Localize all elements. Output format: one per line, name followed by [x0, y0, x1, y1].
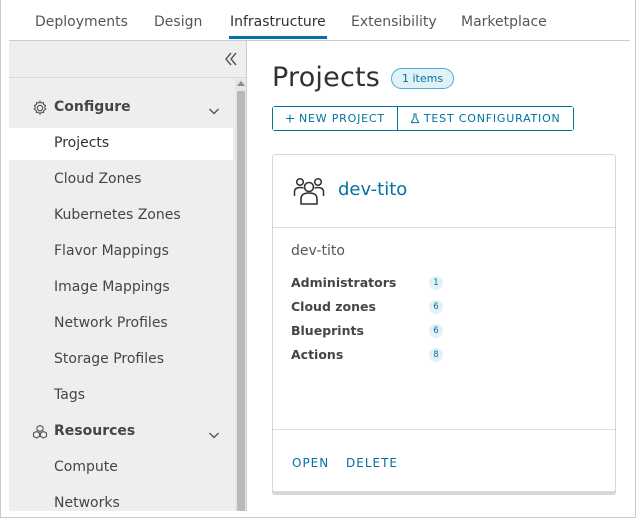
cubes-icon — [32, 424, 48, 440]
sidebar-item-network-profiles[interactable]: Network Profiles — [9, 308, 233, 340]
sidebar-group-resources[interactable]: Resources — [9, 418, 241, 446]
gear-icon — [32, 100, 48, 116]
users-group-icon — [293, 175, 325, 207]
sidebar-item-label: Network Profiles — [54, 315, 168, 331]
tab-infrastructure[interactable]: Infrastructure — [229, 14, 327, 39]
sidebar: Configure Projects Cloud Zones Kubernete… — [9, 41, 247, 511]
tab-design[interactable]: Design — [154, 14, 202, 30]
tab-deployments[interactable]: Deployments — [35, 14, 128, 30]
open-button[interactable]: OPEN — [292, 456, 329, 470]
sidebar-item-label: Compute — [54, 459, 118, 475]
project-card-header: dev-tito — [273, 155, 615, 228]
blueprints-label: Blueprints — [291, 323, 364, 338]
project-card-footer: OPEN DELETE — [273, 429, 615, 491]
cloud-zones-count-badge: 6 — [429, 300, 443, 314]
chevron-down-icon[interactable] — [208, 102, 220, 115]
sidebar-item-cloud-zones[interactable]: Cloud Zones — [9, 164, 233, 196]
sidebar-item-image-mappings[interactable]: Image Mappings — [9, 272, 233, 304]
top-nav: Deployments Design Infrastructure Extens… — [9, 0, 630, 41]
app-frame: Deployments Design Infrastructure Extens… — [0, 0, 636, 518]
sidebar-item-flavor-mappings[interactable]: Flavor Mappings — [9, 236, 233, 268]
sidebar-item-label: Cloud Zones — [54, 171, 142, 187]
test-configuration-button[interactable]: TEST CONFIGURATION — [396, 107, 573, 130]
sidebar-item-label: Projects — [54, 135, 110, 151]
project-title-link[interactable]: dev-tito — [338, 179, 407, 200]
scrollbar-thumb[interactable] — [237, 91, 245, 511]
action-button-group: NEW PROJECT TEST CONFIGURATION — [272, 106, 574, 131]
delete-button[interactable]: DELETE — [346, 456, 398, 470]
sidebar-item-label: Flavor Mappings — [54, 243, 169, 259]
double-chevron-left-icon[interactable] — [223, 49, 239, 69]
main-content: Projects 1 items NEW PROJECT TEST CONFIG… — [247, 41, 630, 511]
new-project-button[interactable]: NEW PROJECT — [273, 107, 397, 130]
sidebar-item-kubernetes-zones[interactable]: Kubernetes Zones — [9, 200, 233, 232]
sidebar-group-label: Resources — [54, 423, 136, 439]
administrators-count-badge: 1 — [429, 276, 443, 290]
sidebar-item-storage-profiles[interactable]: Storage Profiles — [9, 344, 233, 376]
item-count-badge: 1 items — [391, 68, 455, 89]
page-title: Projects — [272, 62, 381, 93]
sidebar-group-label: Configure — [54, 99, 131, 115]
flask-icon — [410, 113, 420, 124]
sidebar-item-label: Networks — [54, 495, 120, 511]
administrators-label: Administrators — [291, 275, 397, 290]
cloud-zones-label: Cloud zones — [291, 299, 376, 314]
chevron-down-icon[interactable] — [208, 426, 220, 439]
project-card: dev-tito dev-tito Administrators 1 Cloud… — [272, 154, 616, 492]
sidebar-item-projects[interactable]: Projects — [9, 128, 233, 160]
sidebar-divider — [9, 77, 246, 78]
sidebar-item-networks[interactable]: Networks — [9, 488, 233, 511]
sidebar-item-label: Kubernetes Zones — [54, 207, 181, 223]
tab-extensibility[interactable]: Extensibility — [351, 14, 437, 30]
test-configuration-label: TEST CONFIGURATION — [423, 112, 561, 125]
new-project-label: NEW PROJECT — [299, 112, 385, 125]
sidebar-scrollbar[interactable] — [235, 79, 246, 511]
sidebar-item-label: Tags — [54, 387, 85, 403]
blueprints-count-badge: 6 — [429, 324, 443, 338]
project-description: dev-tito — [291, 243, 345, 259]
sidebar-group-configure[interactable]: Configure — [9, 94, 241, 122]
sidebar-item-label: Image Mappings — [54, 279, 170, 295]
plus-icon — [285, 113, 295, 124]
scroll-up-arrow-icon[interactable] — [237, 81, 245, 86]
actions-label: Actions — [291, 347, 344, 362]
sidebar-item-label: Storage Profiles — [54, 351, 165, 367]
actions-count-badge: 8 — [429, 348, 443, 362]
sidebar-item-tags[interactable]: Tags — [9, 380, 233, 412]
sidebar-item-compute[interactable]: Compute — [9, 452, 233, 484]
tab-marketplace[interactable]: Marketplace — [461, 14, 547, 30]
